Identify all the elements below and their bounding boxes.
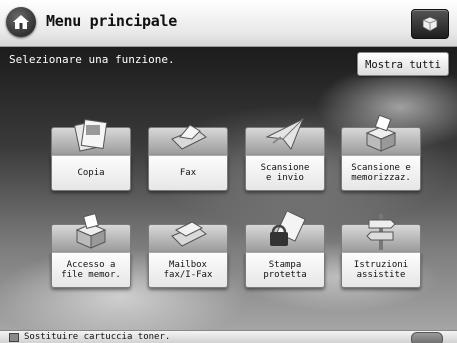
function-tile-scan-send[interactable]: Scansione e invio (245, 117, 325, 191)
function-tile-access-stored-files[interactable]: Accesso a file memor. (51, 213, 131, 288)
function-tile-secure-print[interactable]: Stampa protetta (245, 212, 325, 288)
show-all-button[interactable]: Mostra tutti (357, 52, 449, 76)
status-bar: Sostituire cartuccia toner. (0, 330, 457, 343)
function-label: Accesso a file memor. (61, 260, 121, 280)
function-tile-copy[interactable]: Copia (51, 119, 131, 191)
page-title: Menu principale (46, 12, 177, 30)
function-label: Istruzioni assistite (353, 260, 409, 280)
function-tile-mailbox[interactable]: Mailbox fax/I-Fax (148, 221, 228, 288)
system-monitor-icon (422, 16, 438, 32)
copy-icon (73, 119, 108, 152)
secure-print-icon (270, 212, 306, 246)
instruction-text: Selezionare una funzione. (9, 53, 175, 66)
function-label: Scansione e invio (260, 163, 310, 183)
function-label: Scansione e memorizzaz. (351, 163, 411, 183)
scan-store-icon (365, 115, 397, 152)
function-label: Copia (77, 168, 105, 178)
status-message: Sostituire cartuccia toner. (24, 332, 171, 342)
mailbox-icon (171, 221, 207, 247)
main-menu-screen: Menu principale Selezionare una funzione… (0, 0, 457, 343)
status-monitor-button[interactable] (411, 332, 443, 343)
home-icon[interactable] (6, 7, 36, 37)
access-stored-files-icon (75, 213, 107, 249)
function-tile-scan-store[interactable]: Scansione e memorizzaz. (341, 115, 421, 191)
function-label: Mailbox fax/I-Fax (163, 260, 213, 280)
system-monitor-button[interactable] (411, 9, 449, 39)
function-label: Stampa protetta (263, 260, 307, 280)
function-tile-fax[interactable]: Fax (148, 124, 228, 191)
function-tile-guide[interactable]: Istruzioni assistite (341, 214, 421, 288)
scan-send-icon (265, 117, 304, 150)
guide-signpost-icon (366, 214, 396, 250)
fax-icon (171, 124, 207, 150)
toner-warning-icon (9, 333, 19, 342)
function-label: Fax (179, 168, 197, 178)
header-bar: Menu principale (0, 0, 457, 47)
